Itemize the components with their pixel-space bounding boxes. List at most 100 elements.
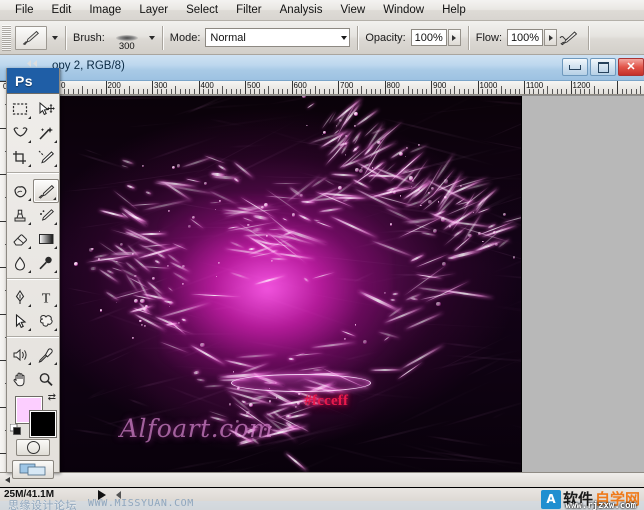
ruler-subtick <box>231 89 233 94</box>
clone-stamp-tool-button[interactable] <box>7 203 33 227</box>
maximize-button[interactable] <box>590 58 616 76</box>
close-icon: ✕ <box>626 60 636 73</box>
menu-item-image[interactable]: Image <box>80 2 130 18</box>
ruler-subtick <box>365 89 367 94</box>
menu-item-select[interactable]: Select <box>177 2 227 18</box>
tool-expand-corner <box>28 328 31 331</box>
menu-item-help[interactable]: Help <box>433 2 475 18</box>
options-bar-grip[interactable] <box>2 24 11 51</box>
swap-colors-icon[interactable]: ⇄ <box>48 393 56 403</box>
menu-item-view[interactable]: View <box>331 2 374 18</box>
splash-droplet <box>140 299 145 304</box>
default-colors-icon[interactable] <box>10 424 21 435</box>
window-controls: ✕ <box>562 58 644 76</box>
menu-item-edit[interactable]: Edit <box>43 2 81 18</box>
ruler-subtick <box>505 89 507 94</box>
brush-size-preview[interactable]: 300 <box>110 25 144 51</box>
screen-mode-button[interactable] <box>12 460 54 479</box>
ruler-subtick <box>417 89 419 94</box>
crop-tool-button[interactable] <box>7 145 33 169</box>
gradient-tool-button[interactable] <box>33 227 59 251</box>
splash-droplet <box>344 154 347 157</box>
flow-input[interactable]: 100% <box>507 29 544 46</box>
menu-item-layer[interactable]: Layer <box>130 2 177 18</box>
ruler-subtick <box>426 89 428 94</box>
airbrush-toggle[interactable] <box>557 27 581 49</box>
opacity-input[interactable]: 100% <box>410 29 447 46</box>
current-tool-preview[interactable] <box>15 25 47 50</box>
notes-tool-button[interactable] <box>7 343 33 367</box>
document-scrollbar[interactable] <box>0 472 644 487</box>
dodge-tool-button[interactable] <box>33 251 59 275</box>
ruler-subtick <box>468 89 470 94</box>
zoom-tool-button[interactable] <box>33 367 59 391</box>
splash-droplet <box>178 321 181 324</box>
artboard[interactable]: #fcceff Alfoart.com <box>60 96 521 474</box>
magic-wand-tool-button[interactable] <box>33 121 59 145</box>
dodge-icon <box>39 256 52 269</box>
splash-droplet <box>438 201 440 203</box>
splash-strand <box>323 178 336 187</box>
tool-preset-chevron-icon[interactable] <box>52 35 58 40</box>
lasso-icon <box>12 126 28 137</box>
opacity-slider-button[interactable] <box>447 29 461 46</box>
splash-droplet <box>237 387 240 390</box>
horizontal-ruler[interactable]: 0 200 300 400 500 600 700 800 900 1000 1100 1200 <box>14 81 644 95</box>
eyedropper-tool-button[interactable] <box>33 343 59 367</box>
canvas-area[interactable]: #fcceff Alfoart.com <box>15 96 644 487</box>
move-tool-button[interactable] <box>33 97 59 121</box>
marquee-tool-button[interactable] <box>7 97 33 121</box>
splash-droplet <box>441 262 446 266</box>
splash-strand <box>89 266 98 271</box>
minimize-button[interactable] <box>562 58 588 76</box>
splash-droplet <box>302 96 307 98</box>
background-color-swatch[interactable] <box>29 410 57 438</box>
menu-item-filter[interactable]: Filter <box>227 2 271 18</box>
slice-tool-button[interactable] <box>33 145 59 169</box>
path-selection-tool-button[interactable] <box>7 309 33 333</box>
brush-size-value: 300 <box>118 40 135 52</box>
ruler-subtick <box>379 89 381 94</box>
ruler-subtick <box>407 86 409 94</box>
history-brush-tool-button[interactable] <box>33 203 59 227</box>
toolbox-header[interactable]: Ps <box>7 68 59 94</box>
artwork-signature: Alfoart.com <box>119 413 274 443</box>
ruler-subtick <box>175 86 177 94</box>
hand-tool-button[interactable] <box>7 367 33 391</box>
splash-droplet <box>200 342 205 347</box>
history-brush-icon <box>39 208 54 221</box>
document-title-bar[interactable]: opy 2, RGB/8) ✕ <box>0 55 644 81</box>
tool-group-navigate <box>7 340 59 391</box>
quick-mask-button[interactable] <box>16 439 50 456</box>
menu-item-analysis[interactable]: Analysis <box>271 2 332 18</box>
splash-droplet <box>481 240 484 243</box>
blend-mode-select[interactable]: Normal <box>205 28 351 47</box>
eraser-tool-button[interactable] <box>7 227 33 251</box>
ruler-subtick <box>565 89 567 94</box>
ruler-subtick <box>328 89 330 94</box>
brush-tool-button[interactable] <box>33 179 59 203</box>
healing-brush-tool-button[interactable] <box>7 179 33 203</box>
blur-tool-button[interactable] <box>7 251 33 275</box>
splash-droplet <box>176 164 181 168</box>
ruler-subtick <box>263 89 265 94</box>
flow-slider-button[interactable] <box>544 29 558 46</box>
menu-item-window[interactable]: Window <box>374 2 433 18</box>
ruler-subtick <box>91 89 93 94</box>
lasso-tool-button[interactable] <box>7 121 33 145</box>
toolbox-divider-2 <box>7 278 59 279</box>
menu-item-file[interactable]: File <box>6 2 43 18</box>
shape-tool-button[interactable] <box>33 309 59 333</box>
slice-icon <box>38 150 54 163</box>
pen-tool-button[interactable] <box>7 285 33 309</box>
brush-picker-chevron-icon[interactable] <box>148 35 155 40</box>
splash-droplet <box>389 223 392 226</box>
gradient-icon <box>38 234 53 244</box>
crop-icon <box>13 150 26 164</box>
close-button[interactable]: ✕ <box>618 58 644 76</box>
type-tool-button[interactable]: T <box>33 285 59 309</box>
splash-strand <box>404 311 444 330</box>
splash-droplet <box>448 225 452 229</box>
eyedropper-icon <box>38 347 53 363</box>
ruler-subtick <box>519 89 521 94</box>
